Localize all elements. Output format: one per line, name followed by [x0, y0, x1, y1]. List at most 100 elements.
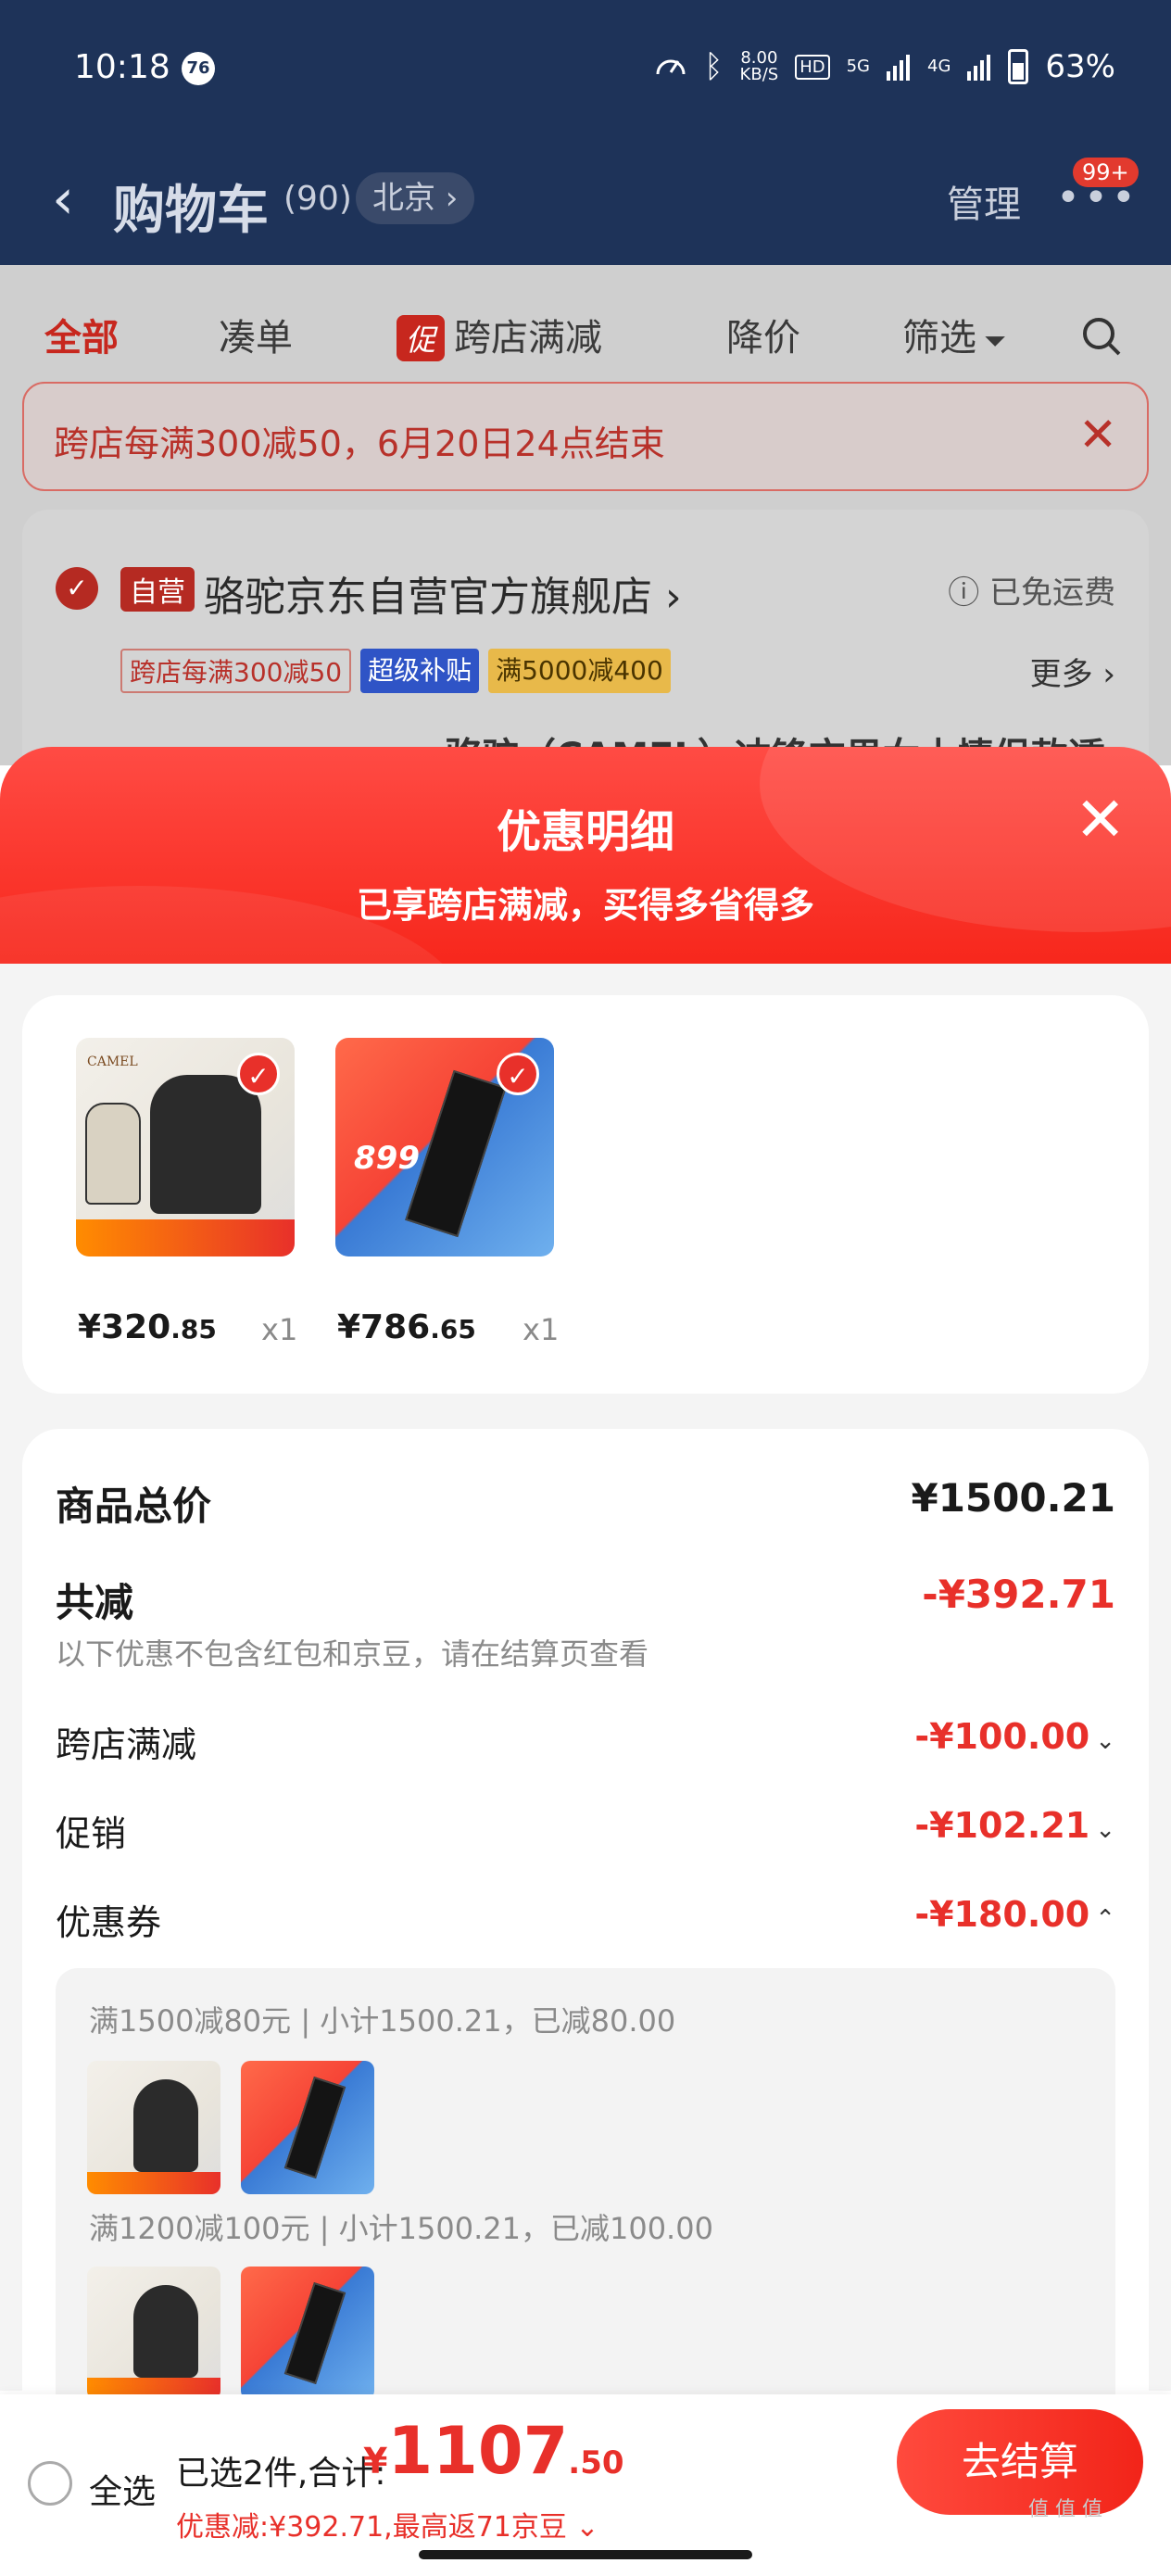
coupon-amount: -¥180.00	[914, 1894, 1090, 1935]
total-currency: ¥	[363, 2441, 388, 2481]
store-tag: 跨店每满300减50	[120, 649, 352, 693]
location-selector[interactable]: 北京 ›	[356, 172, 475, 224]
total-label: 商品总价	[56, 1484, 212, 1529]
mini-thumb-ssd	[241, 2061, 374, 2194]
coupon-line: 满1200减100元 | 小计1500.21，已减100.00	[89, 2211, 713, 2246]
coupon-detail: 满1500减80元 | 小计1500.21，已减80.00 满1200减100元…	[56, 1968, 1115, 2400]
total-int: 1107	[387, 2413, 569, 2489]
tab-filter[interactable]: 筛选 ⏷	[902, 308, 1006, 361]
bluetooth-icon: ᛒ	[704, 48, 724, 85]
total-dec: .50	[568, 2444, 624, 2481]
total-price: ¥1107.50	[363, 2413, 624, 2489]
close-icon[interactable]: ✕	[1075, 784, 1126, 855]
discount-sheet-header: 优惠明细 已享跨店满减，买得多省得多 ✕	[0, 747, 1171, 964]
tab-bundle[interactable]: 凑单	[219, 308, 293, 361]
cross-store-row[interactable]: 跨店满减 -¥100.00 ⌄	[56, 1716, 1115, 1772]
item-price-dec: .85	[170, 1314, 217, 1345]
model-image	[133, 2079, 198, 2172]
cross-store-label: 跨店满减	[56, 1724, 197, 1765]
chevron-down-icon: ⌄	[1095, 1816, 1115, 1844]
ssd-image	[283, 2281, 346, 2385]
watermark: 值 值 值	[1028, 2498, 1102, 2521]
tab-filter-label: 筛选	[902, 317, 976, 360]
nav-bar: ‹ 购物车 (90) 北京 › 管理 ••• 99+	[0, 158, 1171, 241]
filter-icon: ⏷	[984, 325, 1006, 358]
store-tag: 超级补贴	[360, 649, 480, 693]
item-price: ¥320.85	[78, 1308, 217, 1346]
status-bar: 10:18 76 ᛒ 8.00 KB/S HD 5G 4G 63%	[0, 0, 1171, 139]
discount-label: 共减	[56, 1580, 134, 1625]
selected-check-icon: ✓	[497, 1053, 539, 1095]
home-indicator[interactable]	[419, 2550, 752, 2559]
checkout-bar: 全选 已选2件,合计: ¥1107.50 优惠减:¥392.71,最高返71京豆…	[0, 2394, 1171, 2576]
hd-icon: HD	[795, 54, 830, 80]
signal-4g: 4G	[927, 57, 951, 76]
item-price-dec: .65	[430, 1314, 476, 1345]
battery-level: 63%	[1045, 48, 1115, 85]
sheet-title: 优惠明细	[496, 806, 674, 858]
promo-icon: 促	[397, 315, 446, 361]
notification-count: 76	[182, 52, 215, 85]
promo-strip	[87, 2172, 220, 2194]
battery-icon	[1008, 49, 1029, 84]
net-speed-unit: KB/S	[739, 65, 779, 84]
shipping-info: ⓘ 已免运费	[948, 575, 1115, 612]
item-price-int: ¥320	[78, 1308, 171, 1346]
model-image	[150, 1075, 261, 1214]
checkout-button[interactable]: 去结算	[897, 2409, 1143, 2515]
coupon-value: -¥180.00 ⌃	[914, 1894, 1115, 1935]
promotion-label: 促销	[56, 1813, 127, 1854]
select-all-label[interactable]: 全选	[89, 2465, 156, 2513]
coupon-row[interactable]: 优惠券 -¥180.00 ⌃	[56, 1894, 1115, 1950]
store-tags: 跨店每满300减50 超级补贴 满5000减400	[120, 649, 671, 693]
filter-tabs: 全部 凑单 促跨店满减 降价 筛选 ⏷	[0, 284, 1171, 376]
ssd-price-tag: 899	[354, 1140, 420, 1177]
close-icon[interactable]: ✕	[1078, 408, 1117, 461]
discount-value: -¥392.71	[922, 1572, 1115, 1617]
model-image	[133, 2285, 198, 2378]
status-icons: ᛒ 8.00 KB/S HD 5G 4G 63%	[654, 48, 1115, 85]
brand-logo: CAMEL	[87, 1054, 138, 1069]
mini-thumb-jacket	[87, 2267, 220, 2400]
mini-thumb-jacket	[87, 2061, 220, 2194]
promo-strip	[76, 1219, 295, 1256]
jacket-image	[85, 1103, 141, 1205]
items-card: CAMEL ✓ 899 ✓ ¥320.85 x1 ¥786.65 x1	[22, 995, 1149, 1394]
selected-summary: 已选2件,合计:	[176, 2455, 386, 2493]
signal-5g: 5G	[846, 57, 871, 76]
sheet-subtitle: 已享跨店满减，买得多省得多	[356, 885, 814, 926]
search-icon[interactable]	[1080, 315, 1123, 358]
store-check-icon[interactable]: ✓	[56, 567, 98, 610]
coupon-label: 优惠券	[56, 1902, 162, 1943]
store-tag: 满5000减400	[488, 649, 671, 693]
message-badge: 99+	[1073, 158, 1139, 187]
chevron-down-icon: ⌄	[1095, 1727, 1115, 1755]
selected-check-icon: ✓	[237, 1053, 280, 1095]
product-thumb-ssd[interactable]: 899 ✓	[335, 1038, 554, 1256]
discount-summary[interactable]: 优惠减:¥392.71,最高返71京豆 ⌄	[176, 2504, 599, 2544]
promo-banner-text: 跨店每满300减50，6月20日24点结束	[54, 423, 665, 464]
mini-thumb-ssd	[241, 2267, 374, 2400]
chevron-up-icon: ⌃	[1095, 1905, 1115, 1933]
item-qty: x1	[261, 1312, 298, 1347]
back-icon[interactable]: ‹	[52, 167, 74, 232]
promo-banner: 跨店每满300减50，6月20日24点结束 ✕	[22, 382, 1149, 491]
tab-cross-store[interactable]: 促跨店满减	[397, 308, 602, 361]
page-title: 购物车	[113, 181, 269, 241]
tab-price-drop[interactable]: 降价	[726, 308, 800, 361]
net-speed: 8.00 KB/S	[740, 50, 779, 83]
discount-note: 以下优惠不包含红包和京豆，请在结算页查看	[56, 1636, 649, 1672]
store-name[interactable]: 骆驼京东自营官方旗舰店 ›	[204, 563, 682, 623]
cross-store-amount: -¥100.00	[914, 1716, 1090, 1757]
total-value: ¥1500.21	[911, 1475, 1115, 1521]
more-link[interactable]: 更多 ›	[1030, 649, 1115, 694]
tab-all[interactable]: 全部	[44, 308, 119, 361]
item-price-int: ¥786	[337, 1308, 431, 1346]
promotion-row[interactable]: 促销 -¥102.21 ⌄	[56, 1805, 1115, 1861]
manage-button[interactable]: 管理	[947, 174, 1021, 228]
cart-count: (90)	[283, 180, 352, 218]
promotion-amount: -¥102.21	[914, 1805, 1090, 1846]
product-thumb-jacket[interactable]: CAMEL ✓	[76, 1038, 295, 1256]
select-all-radio[interactable]	[28, 2461, 72, 2506]
promotion-value: -¥102.21 ⌄	[914, 1805, 1115, 1846]
